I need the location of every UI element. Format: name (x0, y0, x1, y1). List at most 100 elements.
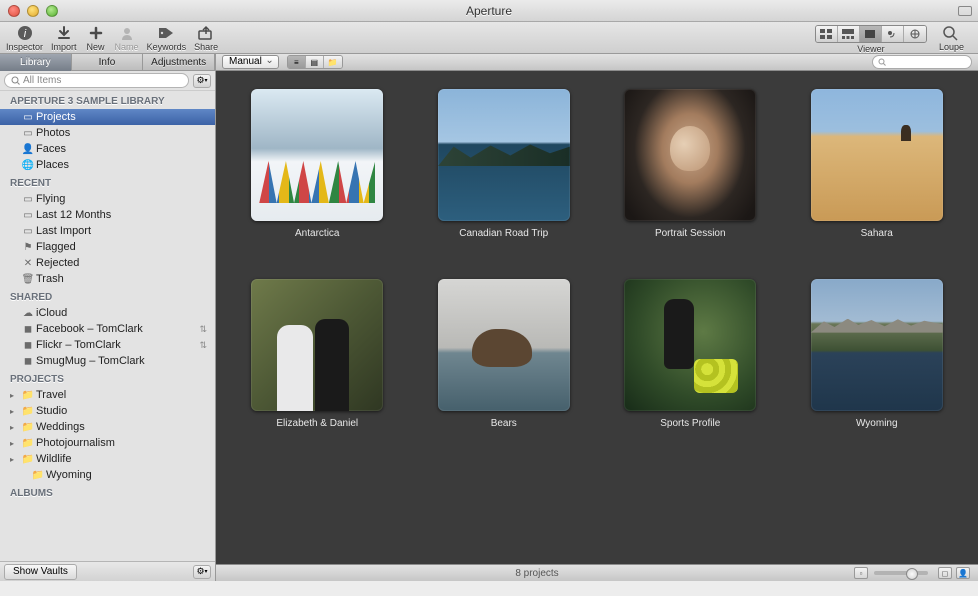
sidebar-item-label: Photos (36, 127, 70, 139)
sidebar-item-projects[interactable]: ▭Projects (0, 109, 215, 125)
viewer-fullscreen-button[interactable] (882, 26, 904, 42)
sidebar-item-label: Flying (36, 193, 65, 205)
import-button[interactable]: Import (51, 25, 77, 52)
titlebar: Aperture (0, 0, 978, 22)
flag-icon: ⚑ (20, 242, 36, 253)
view-folder-button[interactable]: 📁 (324, 56, 342, 68)
metadata-toggle-button[interactable]: 👤 (956, 567, 970, 579)
sidebar-item-label: Wyoming (46, 469, 92, 481)
project-portrait-session[interactable]: Portrait Session (619, 89, 762, 239)
sidebar-item-label: iCloud (36, 307, 67, 319)
project-thumbnail (811, 89, 943, 221)
trash-icon: 🗑 (20, 274, 36, 285)
sidebar-item-photos[interactable]: ▭Photos (0, 125, 215, 141)
project-thumbnail (811, 279, 943, 411)
library-tree: APERTURE 3 SAMPLE LIBRARY ▭Projects▭Phot… (0, 91, 215, 561)
folder-icon: 📁 (20, 422, 36, 433)
project-label: Canadian Road Trip (459, 228, 548, 239)
section-library: APERTURE 3 SAMPLE LIBRARY (0, 91, 215, 109)
sidebar-item-faces[interactable]: 👤Faces (0, 141, 215, 157)
new-button[interactable]: New (85, 25, 107, 52)
project-thumbnail (438, 89, 570, 221)
inspector-tabs: Library Info Adjustments (0, 54, 215, 71)
sidebar-item-label: Photojournalism (36, 437, 115, 449)
smugmug-icon: ◼ (20, 356, 36, 367)
project-label: Portrait Session (655, 228, 726, 239)
sidebar-item-wyoming[interactable]: 📁Wyoming (0, 467, 215, 483)
sidebar-item-flickr-tomclark[interactable]: ◼Flickr – TomClark⇅ (0, 337, 215, 353)
sidebar-item-weddings[interactable]: ▸📁Weddings (0, 419, 215, 435)
sidebar-item-trash[interactable]: 🗑Trash (0, 271, 215, 287)
section-albums: ALBUMS (0, 483, 215, 501)
sidebar-item-label: Faces (36, 143, 66, 155)
view-segment: ≡ ▤ 📁 (287, 55, 343, 69)
thumb-small-icon[interactable]: ▫ (854, 567, 868, 579)
tab-adjustments[interactable]: Adjustments (143, 54, 215, 71)
sidebar-item-label: Last Import (36, 225, 91, 237)
project-antarctica[interactable]: Antarctica (246, 89, 389, 239)
viewer-single-button[interactable] (860, 26, 882, 42)
project-thumbnail (251, 89, 383, 221)
status-text: 8 projects (224, 568, 850, 579)
sidebar-item-icloud[interactable]: ☁iCloud (0, 305, 215, 321)
section-recent: RECENT (0, 173, 215, 191)
sidebar-item-smugmug-tomclark[interactable]: ◼SmugMug – TomClark (0, 353, 215, 369)
sidebar-item-facebook-tomclark[interactable]: ◼Facebook – TomClark⇅ (0, 321, 215, 337)
thumbnail-size-slider[interactable] (874, 571, 928, 575)
project-label: Elizabeth & Daniel (276, 418, 358, 429)
share-button[interactable]: Share (194, 25, 218, 52)
viewer-mode-group: Viewer (815, 25, 927, 54)
sidebar-item-travel[interactable]: ▸📁Travel (0, 387, 215, 403)
project-label: Sahara (861, 228, 893, 239)
section-shared: SHARED (0, 287, 215, 305)
sidebar-item-photojournalism[interactable]: ▸📁Photojournalism (0, 435, 215, 451)
project-wyoming[interactable]: Wyoming (806, 279, 949, 429)
sidebar-item-studio[interactable]: ▸📁Studio (0, 403, 215, 419)
project-sahara[interactable]: Sahara (806, 89, 949, 239)
sort-select[interactable]: Manual (222, 55, 279, 69)
folder-icon: 📁 (20, 406, 36, 417)
sidebar-item-label: Travel (36, 389, 66, 401)
viewer-grid-button[interactable] (816, 26, 838, 42)
library-search-input[interactable]: All Items (4, 73, 189, 88)
project-thumbnail (624, 279, 756, 411)
sidebar-item-places[interactable]: 🌐Places (0, 157, 215, 173)
sidebar-gear-button[interactable]: ⚙▾ (193, 565, 211, 579)
sidebar-item-wildlife[interactable]: ▸📁Wildlife (0, 451, 215, 467)
search-icon (878, 58, 886, 66)
project-bears[interactable]: Bears (433, 279, 576, 429)
sync-icon: ⇅ (199, 324, 207, 335)
sidebar-item-label: Places (36, 159, 69, 171)
show-vaults-button[interactable]: Show Vaults (4, 564, 77, 580)
sidebar-item-last-12-months[interactable]: ▭Last 12 Months (0, 207, 215, 223)
project-elizabeth-daniel[interactable]: Elizabeth & Daniel (246, 279, 389, 429)
sidebar-item-rejected[interactable]: ✕Rejected (0, 255, 215, 271)
view-info-button[interactable]: ▤ (306, 56, 324, 68)
tab-info[interactable]: Info (72, 54, 144, 71)
folder-icon: 📁 (20, 438, 36, 449)
folder-icon: 📁 (30, 470, 46, 481)
sidebar-item-flagged[interactable]: ⚑Flagged (0, 239, 215, 255)
sidebar-item-label: Weddings (36, 421, 85, 433)
library-gear-button[interactable]: ⚙▾ (193, 74, 211, 88)
project-sports-profile[interactable]: Sports Profile (619, 279, 762, 429)
keywords-button[interactable]: Keywords (147, 25, 187, 52)
inspector-button[interactable]: i Inspector (6, 25, 43, 52)
sidebar-item-flying[interactable]: ▭Flying (0, 191, 215, 207)
project-thumbnail (438, 279, 570, 411)
sidebar-item-label: Flickr – TomClark (36, 339, 121, 351)
browser-search-input[interactable] (872, 55, 972, 69)
sync-icon: ⇅ (199, 340, 207, 351)
view-list-button[interactable]: ≡ (288, 56, 306, 68)
viewer-web-button[interactable] (904, 26, 926, 42)
project-canadian-road-trip[interactable]: Canadian Road Trip (433, 89, 576, 239)
loupe-button[interactable]: Loupe (939, 25, 964, 52)
viewer-split-button[interactable] (838, 26, 860, 42)
sidebar-item-label: Wildlife (36, 453, 71, 465)
window-title: Aperture (0, 4, 978, 18)
sidebar-item-last-import[interactable]: ▭Last Import (0, 223, 215, 239)
name-button: Name (115, 25, 139, 52)
thumb-large-icon[interactable]: ◻ (938, 567, 952, 579)
toolbar-toggle-icon[interactable] (958, 6, 972, 16)
tab-library[interactable]: Library (0, 54, 72, 71)
